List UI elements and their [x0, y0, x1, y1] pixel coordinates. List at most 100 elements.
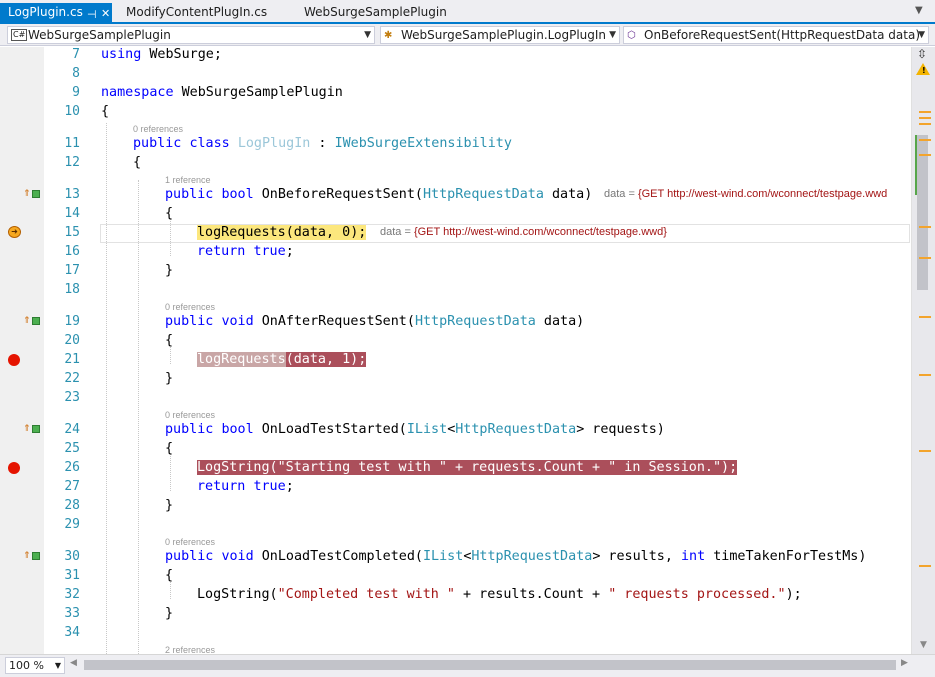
code-line: 16 return true; [0, 242, 911, 261]
scroll-down-icon[interactable]: ▼ [920, 640, 927, 650]
vertical-scrollbar[interactable]: ⇳ ! ▼ [911, 47, 935, 654]
chevron-down-icon: ▼ [54, 661, 61, 670]
class-dropdown[interactable]: ✱ WebSurgeSamplePlugin.LogPlugIn ▼ [380, 26, 620, 44]
code-text: return true; [197, 244, 294, 259]
code-line: 31 { [0, 566, 911, 585]
scroll-map-marker [919, 450, 931, 452]
code-text: public bool OnLoadTestStarted(IList<Http… [165, 422, 665, 437]
line-number: 17 [64, 263, 80, 278]
split-view-icon[interactable]: ⇳ [917, 47, 927, 61]
code-line: 34 [0, 623, 911, 642]
code-line: 9 namespace WebSurgeSamplePlugin [0, 83, 911, 102]
code-line-breakpoint: 21 logRequests(data, 1); [0, 350, 911, 369]
code-text: public void OnAfterRequestSent(HttpReque… [165, 314, 585, 329]
inline-datatip[interactable]: data = {GET http://west-wind.com/wconnec… [604, 188, 887, 200]
line-number: 16 [64, 244, 80, 259]
member-name: OnBeforeRequestSent(HttpRequestData data… [644, 28, 920, 42]
code-text: using WebSurge; [101, 47, 222, 62]
code-line: 27 return true; [0, 477, 911, 496]
inline-datatip[interactable]: data = {GET http://west-wind.com/wconnec… [380, 226, 667, 238]
code-text: } [165, 371, 174, 386]
code-text: logRequests(data, 1); [197, 352, 367, 367]
line-number: 13 [64, 187, 80, 202]
method-up-green-icon[interactable]: ⇑ [23, 424, 40, 434]
tab-label: LogPlugin.cs [8, 5, 83, 19]
close-icon[interactable]: ✕ [101, 4, 110, 23]
line-number: 28 [64, 498, 80, 513]
editor-bottom-bar: 100 % ▼ ◀ ▶ [0, 654, 935, 677]
document-tab-strip: LogPlugin.cs ⊣ ✕ ModifyContentPlugIn.cs … [0, 0, 935, 24]
scroll-map-marker [919, 154, 931, 156]
chevron-down-icon: ▼ [918, 30, 925, 40]
scroll-map-marker [919, 117, 931, 119]
project-dropdown[interactable]: C# WebSurgeSamplePlugin ▼ [7, 26, 375, 44]
code-line: 29 [0, 515, 911, 534]
scroll-map-marker [919, 565, 931, 567]
code-line: 18 [0, 280, 911, 299]
code-lens-references[interactable]: 2 references [165, 644, 215, 654]
code-line: 17 } [0, 261, 911, 280]
breakpoint-circle-icon[interactable] [8, 462, 20, 474]
zoom-dropdown[interactable]: 100 % ▼ [5, 657, 65, 674]
code-text: { [165, 441, 174, 456]
line-number: 27 [64, 479, 80, 494]
scroll-map-marker [919, 316, 931, 318]
code-line: 20 { [0, 331, 911, 350]
csharp-project-icon: C# [11, 29, 28, 41]
code-text: public void OnLoadTestCompleted(IList<Ht… [165, 549, 867, 564]
breakpoint-circle-icon[interactable] [8, 354, 20, 366]
code-text: LogString("Starting test with " + reques… [197, 460, 738, 475]
code-line: ⇑ 13 public bool OnBeforeRequestSent(Htt… [0, 185, 911, 204]
code-line: 14 { [0, 204, 911, 223]
scroll-map-marker [919, 111, 931, 113]
code-text: { [101, 104, 110, 119]
code-line: 25 { [0, 439, 911, 458]
line-number: 33 [64, 606, 80, 621]
line-number: 20 [64, 333, 80, 348]
tab-websurgesampleplugin[interactable]: WebSurgeSamplePlugin [296, 3, 446, 22]
horizontal-scroll-thumb[interactable] [84, 660, 896, 670]
tab-logplugin[interactable]: LogPlugin.cs ⊣ ✕ [0, 3, 112, 24]
chevron-down-icon[interactable]: ▼ [915, 5, 923, 16]
code-line: 10 { [0, 102, 911, 121]
line-number: 18 [64, 282, 80, 297]
method-icon: ⬡ [627, 30, 636, 41]
code-line: ⇑ 24 public bool OnLoadTestStarted(IList… [0, 420, 911, 439]
code-line: 33 } [0, 604, 911, 623]
method-up-green-icon[interactable]: ⇑ [23, 551, 40, 561]
member-dropdown[interactable]: ⬡ OnBeforeRequestSent(HttpRequestData da… [623, 26, 929, 44]
scroll-map-marker [919, 139, 931, 141]
method-up-green-icon[interactable]: ⇑ [23, 316, 40, 326]
scroll-right-icon[interactable]: ▶ [901, 658, 908, 668]
line-number: 19 [64, 314, 80, 329]
vertical-scroll-thumb[interactable] [917, 135, 928, 290]
tab-label: ModifyContentPlugIn.cs [126, 5, 268, 19]
scroll-map-marker [919, 374, 931, 376]
code-text: public bool OnBeforeRequestSent(HttpRequ… [165, 187, 593, 202]
code-line-current: ➜ 15 logRequests(data, 0); data = {GET h… [0, 223, 911, 242]
current-statement-arrow-icon[interactable]: ➜ [8, 226, 21, 238]
line-number: 21 [64, 352, 80, 367]
line-number: 25 [64, 441, 80, 456]
code-line: 7 using WebSurge; [0, 47, 911, 64]
line-number: 23 [64, 390, 80, 405]
line-number: 32 [64, 587, 80, 602]
line-number: 8 [72, 66, 80, 81]
line-number: 10 [64, 104, 80, 119]
code-editor[interactable]: 0 references 1 reference 0 references 0 … [0, 47, 911, 654]
method-up-green-icon[interactable]: ⇑ [23, 189, 40, 199]
line-number: 26 [64, 460, 80, 475]
line-number: 12 [64, 155, 80, 170]
line-number: 31 [64, 568, 80, 583]
code-line: 22 } [0, 369, 911, 388]
line-number: 22 [64, 371, 80, 386]
scroll-map-marker [919, 123, 931, 125]
code-text: return true; [197, 479, 294, 494]
tab-modifycontentplugin[interactable]: ModifyContentPlugIn.cs [118, 3, 288, 22]
scroll-left-icon[interactable]: ◀ [70, 658, 77, 668]
tab-label: WebSurgeSamplePlugin [304, 5, 446, 19]
project-name: WebSurgeSamplePlugin [28, 28, 171, 42]
code-line: ⇑ 19 public void OnAfterRequestSent(Http… [0, 312, 911, 331]
line-number: 34 [64, 625, 80, 640]
code-line: ⇑ 30 public void OnLoadTestCompleted(ILi… [0, 547, 911, 566]
